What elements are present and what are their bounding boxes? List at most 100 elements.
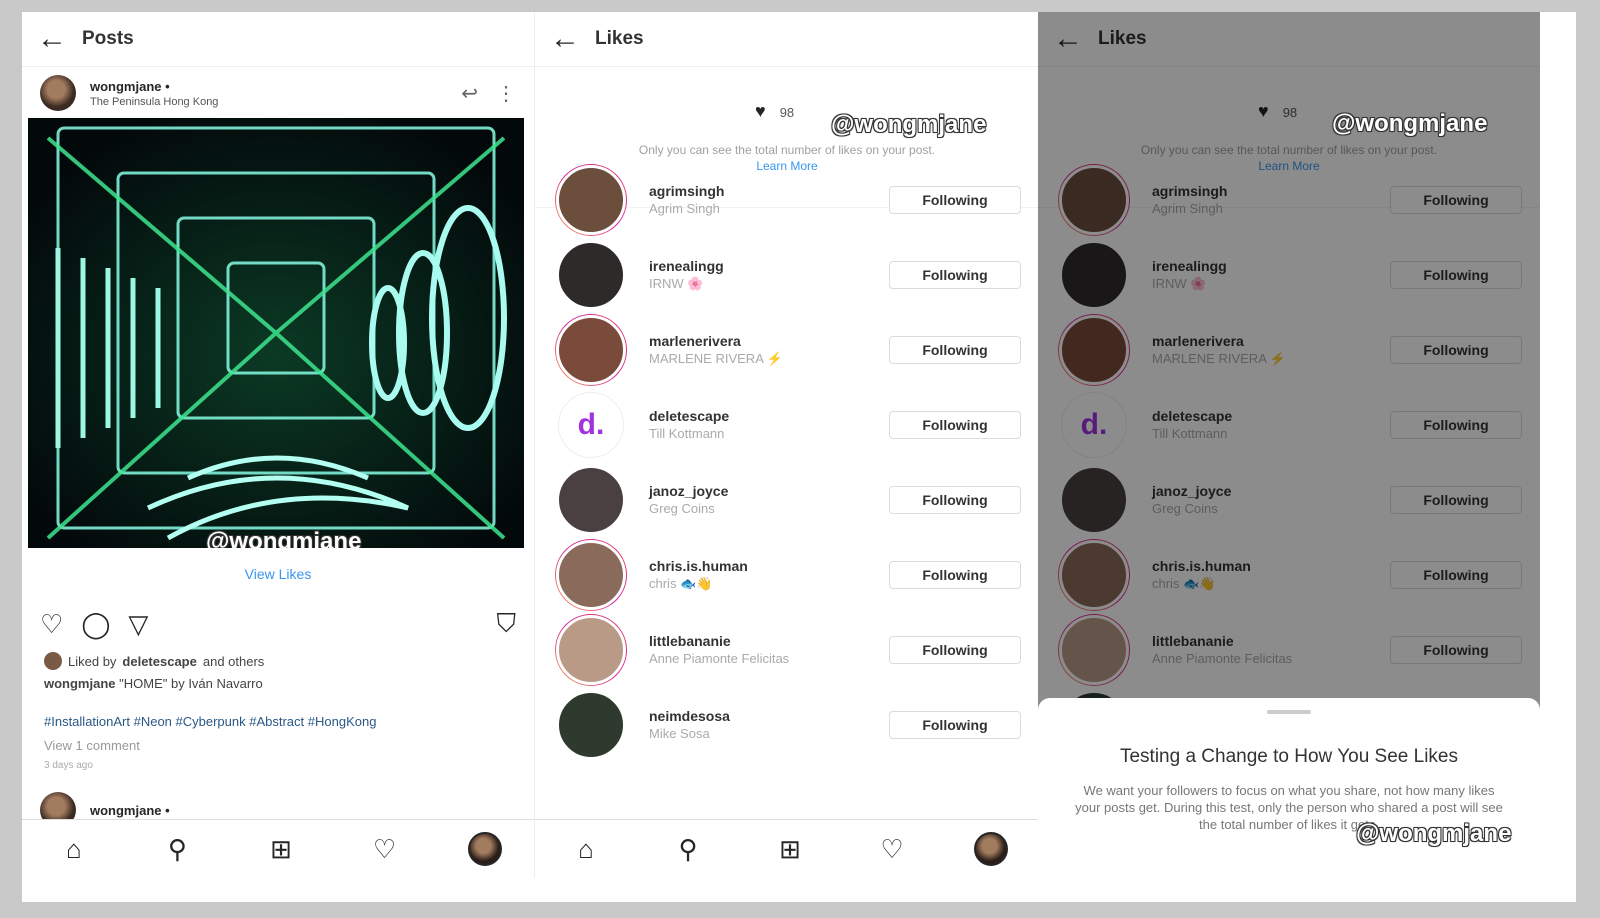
view-likes-link[interactable]: View Likes [22,566,534,582]
post-caption: wongmjane "HOME" by Iván Navarro [44,676,263,691]
avatar[interactable] [555,463,627,536]
liker-fullname: Till Kottmann [649,426,725,441]
deletescape-logo: d. [577,407,605,441]
liker-username[interactable]: deletescape [649,408,889,424]
comment-icon[interactable]: ◯ [81,609,110,640]
following-button[interactable]: Following [889,560,1021,589]
profile-tab-avatar[interactable] [974,832,1008,866]
liker-fullname: Anne Piamonte Felicitas [649,651,790,666]
activity-heart-icon[interactable]: ♡ [365,834,405,865]
following-button[interactable]: Following [889,260,1021,289]
watermark: @wongmjane [831,111,987,138]
share-icon[interactable]: ▽ [128,609,148,640]
back-arrow-icon[interactable]: ← [22,24,82,54]
avatar-image [556,614,626,685]
liker-username[interactable]: irenealingg [649,258,889,274]
avatar[interactable] [555,613,627,686]
list-item[interactable]: chris.is.human chris 🐟👋 Following [535,537,1039,612]
watermark: @wongmjane [1332,110,1488,137]
liker-fullname: Agrim Singh [649,201,720,216]
list-item[interactable]: janoz_joyce Greg Coins Following [535,462,1039,537]
post-header: wongmjane • The Peninsula Hong Kong ↩ ⋮ [22,67,534,119]
list-item[interactable]: d. deletescape Till Kottmann Following [535,387,1039,462]
home-icon[interactable]: ⌂ [566,834,606,865]
search-icon[interactable]: ⚲ [157,834,197,865]
page-title: Likes [595,28,644,49]
avatar[interactable] [555,538,627,611]
following-button[interactable]: Following [889,485,1021,514]
private-likes-note: Only you can see the total number of lik… [638,143,936,157]
liker-username[interactable]: neimdesosa [649,708,889,724]
post-time: 3 days ago [44,760,93,771]
following-button[interactable]: Following [889,410,1021,439]
liked-by-user[interactable]: deletescape [122,654,196,669]
post-photo[interactable]: @wongmjane [28,118,524,548]
avatar-image [556,689,626,760]
list-item[interactable]: littlebananie Anne Piamonte Felicitas Foll… [535,612,1039,687]
avatar[interactable] [555,238,627,311]
avatar-image [556,164,626,235]
neon-tunnel-image [28,118,524,548]
add-post-icon[interactable]: ⊞ [261,834,301,865]
caption-text: "HOME" by Iván Navarro [119,676,263,691]
avatar-image: d. [558,391,624,458]
screenshot-frame: ← Posts wongmjane • The Peninsula Hong K… [22,12,1576,902]
posts-screen: ← Posts wongmjane • The Peninsula Hong K… [22,12,534,878]
watermark: @wongmjane [206,528,362,548]
avatar-image [556,314,626,385]
view-comments-link[interactable]: View 1 comment [44,738,140,753]
profile-tab-avatar[interactable] [468,832,503,866]
liker-fullname: MARLENE RIVERA ⚡ [649,350,783,366]
bottom-tab-bar: ⌂ ⚲ ⊞ ♡ [22,819,534,878]
watermark: @wongmjane [1356,820,1512,847]
likes-test-sheet: Testing a Change to How You See Likes We… [1038,698,1540,878]
liker-username[interactable]: littlebananie [649,633,889,649]
avatar[interactable]: d. [555,388,627,461]
avatar[interactable] [40,75,76,111]
heart-icon[interactable]: ♡ [40,609,63,640]
following-button[interactable]: Following [889,710,1021,739]
sheet-handle[interactable] [1267,710,1311,714]
post-username[interactable]: wongmjane • [90,79,461,94]
liker-username[interactable]: agrimsingh [649,183,889,199]
activity-heart-icon[interactable]: ♡ [872,834,912,865]
post-location[interactable]: The Peninsula Hong Kong [90,96,461,108]
liker-username[interactable]: chris.is.human [649,558,889,574]
avatar[interactable] [555,688,627,761]
liked-by-suffix: and others [202,653,265,669]
bottom-tab-bar: ⌂ ⚲ ⊞ ♡ [535,819,1039,878]
search-icon[interactable]: ⚲ [668,834,708,865]
home-icon[interactable]: ⌂ [54,834,94,865]
page-title: Posts [82,28,134,49]
like-count-value: 98 [779,105,795,120]
list-item[interactable]: irenealingg IRNW 🌸 Following [535,237,1039,312]
reply-icon[interactable]: ↩ [461,81,478,106]
sheet-title: Testing a Change to How You See Likes [1119,746,1458,767]
following-button[interactable]: Following [889,635,1021,664]
add-post-icon[interactable]: ⊞ [770,834,810,865]
list-item[interactable]: neimdesosa Mike Sosa Following [535,687,1039,762]
post-actions: ♡ ◯ ▽ ⛉ [40,606,516,642]
hashtags[interactable]: #InstallationArt #Neon #Cyberpunk #Abstr… [44,714,376,729]
avatar[interactable] [555,163,627,236]
bookmark-icon[interactable]: ⛉ [496,608,516,640]
likes-header: ← Likes [535,12,1039,67]
following-button[interactable]: Following [889,185,1021,214]
list-item[interactable]: marlenerivera MARLENE RIVERA ⚡ Following [535,312,1039,387]
next-post-username[interactable]: wongmjane • [90,803,170,818]
caption-user[interactable]: wongmjane [44,676,116,691]
avatar-image [556,539,626,610]
liker-username[interactable]: marlenerivera [649,333,889,349]
avatar[interactable] [555,313,627,386]
likes-screen-with-sheet: ← Likes ♥ 98 Only you can see the total n… [1038,12,1540,878]
liked-by[interactable]: Liked by deletescape and others [44,652,264,670]
following-button[interactable]: Following [889,335,1021,364]
liker-avatar [44,652,62,670]
back-arrow-icon[interactable]: ← [535,24,595,54]
liked-by-prefix: Liked by [68,653,117,669]
liker-username[interactable]: janoz_joyce [649,483,889,499]
more-options-icon[interactable]: ⋮ [496,81,516,106]
avatar-image [556,239,626,310]
posts-header: ← Posts [22,12,534,67]
list-item[interactable]: agrimsingh Agrim Singh Following [535,162,1039,237]
